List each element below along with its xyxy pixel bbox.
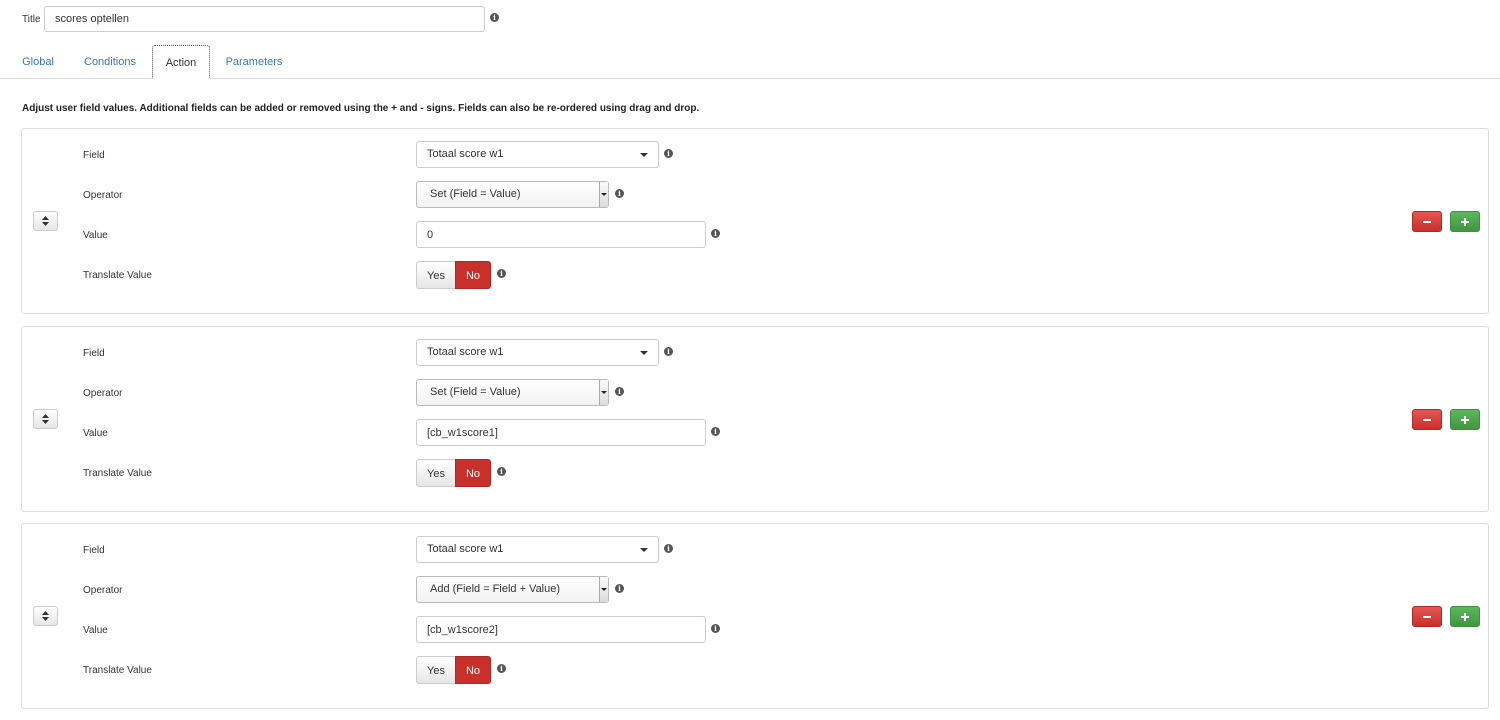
value-label: Value xyxy=(83,625,108,636)
translate-no-button[interactable]: No xyxy=(455,261,491,289)
drag-handle-button[interactable] xyxy=(33,211,58,231)
value-label: Value xyxy=(83,428,108,439)
operator-label: Operator xyxy=(83,585,123,596)
sort-updown-icon xyxy=(42,216,49,226)
chevron-down-icon xyxy=(640,548,648,552)
field-label: Field xyxy=(83,150,105,161)
translate-value-label: Translate Value xyxy=(83,665,152,676)
info-icon[interactable]: i xyxy=(711,624,720,633)
drag-handle-button[interactable] xyxy=(33,409,58,429)
operator-select-value: Add (Field = Field + Value) xyxy=(430,583,561,595)
field-select-value: Totaal score w1 xyxy=(427,346,504,358)
value-input[interactable] xyxy=(416,419,706,446)
operator-label: Operator xyxy=(83,190,123,201)
operator-label: Operator xyxy=(83,388,123,399)
operator-select-value: Set (Field = Value) xyxy=(430,386,521,398)
title-input[interactable] xyxy=(44,6,485,32)
tab-global[interactable]: Global xyxy=(14,45,62,79)
value-input[interactable] xyxy=(416,221,706,248)
field-action-row: Field Totaal score w1 i Operator Set (Fi… xyxy=(21,326,1489,512)
info-icon[interactable]: i xyxy=(664,347,673,356)
title-row: Title xyxy=(22,6,41,32)
field-action-row: Field Totaal score w1 i Operator Add (Fi… xyxy=(21,523,1489,709)
info-icon[interactable]: i xyxy=(615,189,624,198)
translate-yes-button[interactable]: Yes xyxy=(416,261,455,289)
translate-yes-button[interactable]: Yes xyxy=(416,459,455,487)
action-description: Adjust user field values. Additional fie… xyxy=(22,103,700,114)
remove-row-button[interactable] xyxy=(1412,211,1442,232)
remove-row-button[interactable] xyxy=(1412,409,1442,430)
operator-select[interactable]: Add (Field = Field + Value) xyxy=(416,576,609,603)
title-label: Title xyxy=(22,13,41,25)
plus-icon xyxy=(1461,415,1469,424)
minus-icon xyxy=(1423,418,1431,421)
field-select[interactable]: Totaal score w1 xyxy=(416,141,659,168)
tab-conditions[interactable]: Conditions xyxy=(74,45,146,79)
info-icon[interactable]: i xyxy=(490,13,499,22)
translate-yes-button[interactable]: Yes xyxy=(416,656,455,684)
dropdown-arrow-icon xyxy=(599,182,608,207)
operator-select[interactable]: Set (Field = Value) xyxy=(416,181,609,208)
plus-icon xyxy=(1461,612,1469,621)
translate-value-toggle: Yes No xyxy=(416,261,491,289)
field-select[interactable]: Totaal score w1 xyxy=(416,536,659,563)
chevron-down-icon xyxy=(640,153,648,157)
field-select-value: Totaal score w1 xyxy=(427,543,504,555)
plus-icon xyxy=(1461,217,1469,226)
add-row-button[interactable] xyxy=(1450,409,1480,430)
translate-value-label: Translate Value xyxy=(83,270,152,281)
field-label: Field xyxy=(83,348,105,359)
translate-no-button[interactable]: No xyxy=(455,459,491,487)
info-icon[interactable]: i xyxy=(711,229,720,238)
field-select[interactable]: Totaal score w1 xyxy=(416,339,659,366)
sort-updown-icon xyxy=(42,414,49,424)
field-action-row: Field Totaal score w1 i Operator Set (Fi… xyxy=(21,128,1489,314)
translate-no-button[interactable]: No xyxy=(455,656,491,684)
tab-parameters[interactable]: Parameters xyxy=(216,45,292,79)
info-icon[interactable]: i xyxy=(497,269,506,278)
info-icon[interactable]: i xyxy=(615,387,624,396)
tab-action[interactable]: Action xyxy=(152,45,210,79)
operator-select-value: Set (Field = Value) xyxy=(430,188,521,200)
info-icon[interactable]: i xyxy=(615,584,624,593)
translate-value-toggle: Yes No xyxy=(416,656,491,684)
info-icon[interactable]: i xyxy=(711,427,720,436)
info-icon[interactable]: i xyxy=(664,149,673,158)
dropdown-arrow-icon xyxy=(599,380,608,405)
add-row-button[interactable] xyxy=(1450,211,1480,232)
info-icon[interactable]: i xyxy=(664,544,673,553)
value-label: Value xyxy=(83,230,108,241)
sort-updown-icon xyxy=(42,611,49,621)
minus-icon xyxy=(1423,220,1431,223)
translate-value-toggle: Yes No xyxy=(416,459,491,487)
remove-row-button[interactable] xyxy=(1412,606,1442,627)
info-icon[interactable]: i xyxy=(497,664,506,673)
field-label: Field xyxy=(83,545,105,556)
minus-icon xyxy=(1423,615,1431,618)
dropdown-arrow-icon xyxy=(599,577,608,602)
info-icon[interactable]: i xyxy=(497,467,506,476)
chevron-down-icon xyxy=(640,351,648,355)
add-row-button[interactable] xyxy=(1450,606,1480,627)
field-select-value: Totaal score w1 xyxy=(427,148,504,160)
drag-handle-button[interactable] xyxy=(33,606,58,626)
translate-value-label: Translate Value xyxy=(83,468,152,479)
value-input[interactable] xyxy=(416,616,706,643)
operator-select[interactable]: Set (Field = Value) xyxy=(416,379,609,406)
